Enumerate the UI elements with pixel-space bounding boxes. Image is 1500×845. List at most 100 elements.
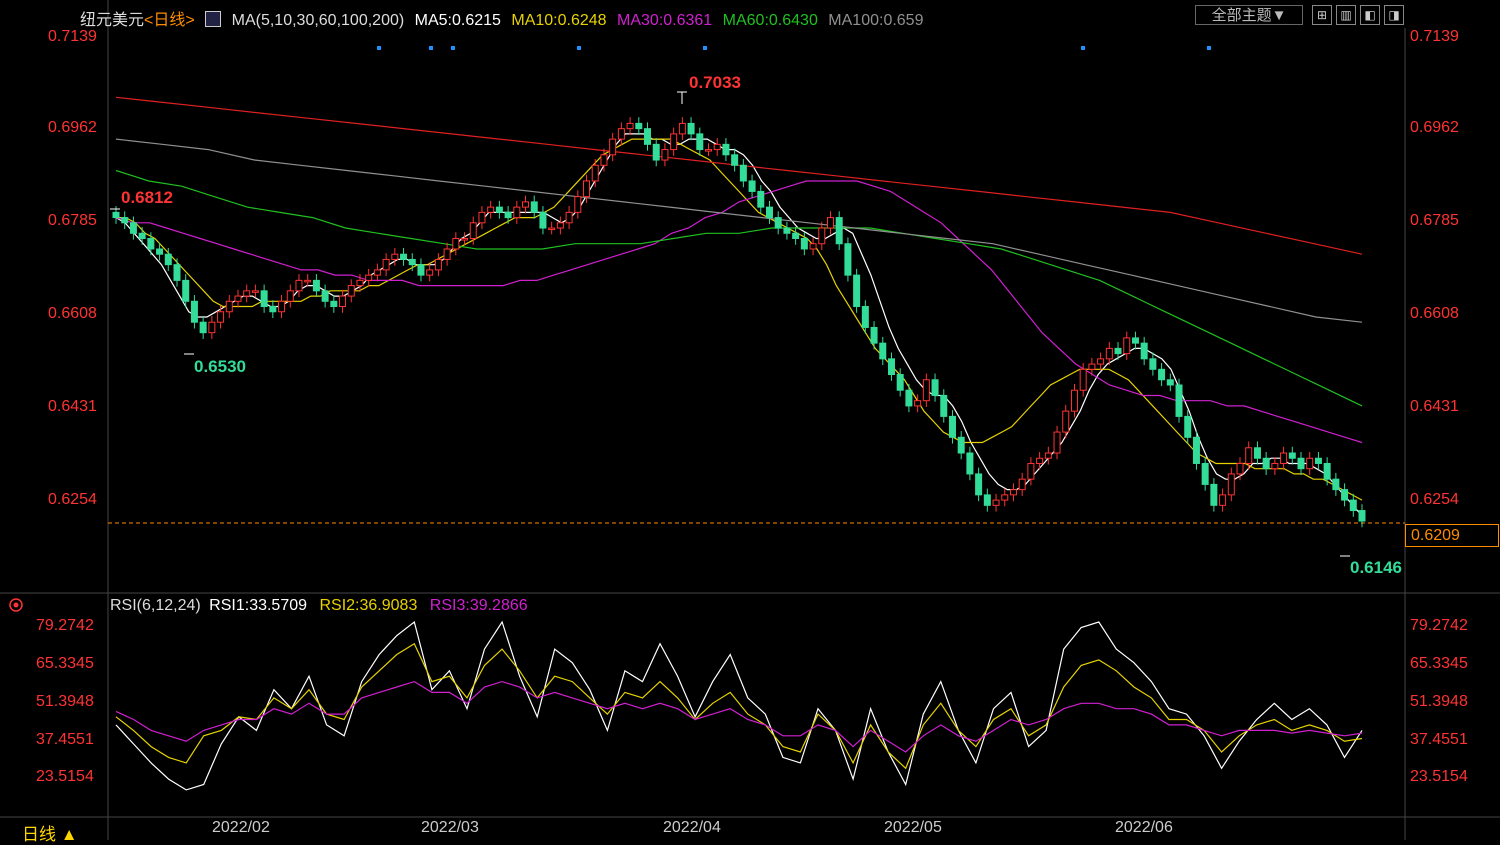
candle-body	[1044, 452, 1052, 459]
panel-left-icon[interactable]: ◧	[1360, 5, 1380, 25]
candle-body	[522, 201, 530, 208]
date-tick: 2022/02	[212, 819, 270, 836]
candle-body	[731, 154, 739, 166]
grid-icon[interactable]: ⊞	[1312, 5, 1332, 25]
candle-body	[339, 295, 347, 308]
recent-low-label: 0.6146	[1350, 558, 1402, 577]
candle-body	[278, 300, 286, 313]
candle-body	[678, 122, 686, 135]
ma-params: MA(5,10,30,60,100,200)	[231, 12, 405, 29]
candle-body	[1236, 462, 1244, 475]
candle-body	[835, 217, 843, 245]
price-tick-right: 0.7139	[1410, 28, 1459, 45]
layout-icon[interactable]: ▥	[1336, 5, 1356, 25]
candle-body	[295, 279, 303, 292]
candle-body	[1262, 457, 1270, 470]
price-tick-left: 0.6785	[48, 212, 97, 229]
candle-body	[147, 238, 155, 250]
rsi-tick-left: 79.2742	[36, 617, 94, 634]
candle-body	[426, 269, 434, 276]
candle-body	[1088, 363, 1096, 370]
event-marker-dot[interactable]	[377, 46, 381, 50]
date-tick: 2022/03	[421, 819, 479, 836]
theme-dropdown-button[interactable]: 全部主题▼	[1195, 5, 1303, 25]
candle-body	[400, 253, 408, 260]
candle-body	[251, 290, 259, 293]
candle-body	[922, 379, 930, 402]
candle-body	[1158, 368, 1166, 381]
candle-body	[609, 138, 617, 156]
candle-body	[818, 227, 826, 245]
candle-body	[495, 206, 503, 213]
ma30-line	[115, 180, 1363, 444]
candle-body	[487, 206, 495, 213]
candle-body	[905, 389, 913, 407]
candle-body	[966, 452, 974, 475]
price-tick-left: 0.6254	[48, 491, 97, 508]
rsi2-value: RSI2:36.9083	[319, 597, 418, 614]
chart-type-icon[interactable]	[205, 11, 222, 27]
candle-body	[705, 149, 713, 152]
candle-body	[617, 128, 625, 140]
rsi-tick-left: 65.3345	[36, 655, 94, 672]
rsi1-value: RSI1:33.5709	[209, 597, 308, 614]
candle-body	[1105, 347, 1113, 360]
candle-body	[112, 211, 120, 219]
candle-body	[312, 279, 320, 292]
candle-body	[644, 128, 652, 145]
rsi-params: RSI(6,12,24)	[110, 597, 201, 614]
candle-body	[173, 264, 181, 281]
candle-body	[887, 358, 895, 376]
rsi-tick-left: 23.5154	[36, 768, 94, 785]
event-marker-dot[interactable]	[429, 46, 433, 50]
candle-body	[853, 274, 861, 308]
candle-body	[670, 133, 678, 151]
candle-body	[565, 211, 573, 224]
candle-body	[600, 154, 608, 166]
candle-body	[757, 190, 765, 208]
price-tick-right: 0.6785	[1410, 212, 1459, 229]
candle-body	[452, 238, 460, 250]
candle-body	[304, 279, 312, 283]
price-tick-left: 0.6608	[48, 305, 97, 322]
event-marker-dot[interactable]	[577, 46, 581, 50]
candle-body	[530, 201, 538, 213]
candle-body	[844, 243, 852, 276]
event-marker-dot[interactable]	[451, 46, 455, 50]
event-marker-dot[interactable]	[1207, 46, 1211, 50]
candle-body	[1245, 447, 1253, 464]
candle-body	[1280, 452, 1288, 464]
candle-body	[234, 295, 242, 302]
rsi3-line	[115, 680, 1363, 753]
candle-body	[208, 321, 216, 334]
rsi-settings-icon[interactable]	[8, 597, 24, 613]
candle-body	[992, 499, 1000, 506]
candle-body	[556, 222, 564, 229]
ma-legend-bar: 纽元美元<日线> MA(5,10,30,60,100,200) MA5:0.62…	[80, 6, 929, 29]
ma200-line	[115, 96, 1363, 255]
candle-body	[957, 436, 965, 454]
candle-body	[1036, 457, 1044, 464]
candle-body	[408, 258, 416, 266]
candle-body	[1253, 447, 1261, 459]
last-price-tag: 0.6209	[1405, 524, 1499, 547]
ma30-value: MA30:0.6361	[617, 12, 713, 29]
candle-body	[1149, 358, 1157, 370]
price-tick-left: 0.6962	[48, 119, 97, 136]
event-marker-dot[interactable]	[1081, 46, 1085, 50]
candle-body	[365, 274, 373, 281]
event-marker-dot[interactable]	[703, 46, 707, 50]
candle-body	[940, 394, 948, 417]
candle-body	[1358, 510, 1366, 522]
candle-body	[879, 342, 887, 360]
candle-body	[826, 217, 834, 229]
panel-right-icon[interactable]: ◨	[1384, 5, 1404, 25]
candle-body	[164, 253, 172, 266]
period-selector-button[interactable]: 日线 ▲	[22, 820, 78, 845]
candle-body	[626, 122, 634, 130]
candle-body	[1070, 389, 1078, 412]
candle-body	[391, 253, 399, 260]
candle-body	[330, 300, 338, 308]
candle-body	[1053, 431, 1061, 454]
rsi3-value: RSI3:39.2866	[429, 597, 528, 614]
